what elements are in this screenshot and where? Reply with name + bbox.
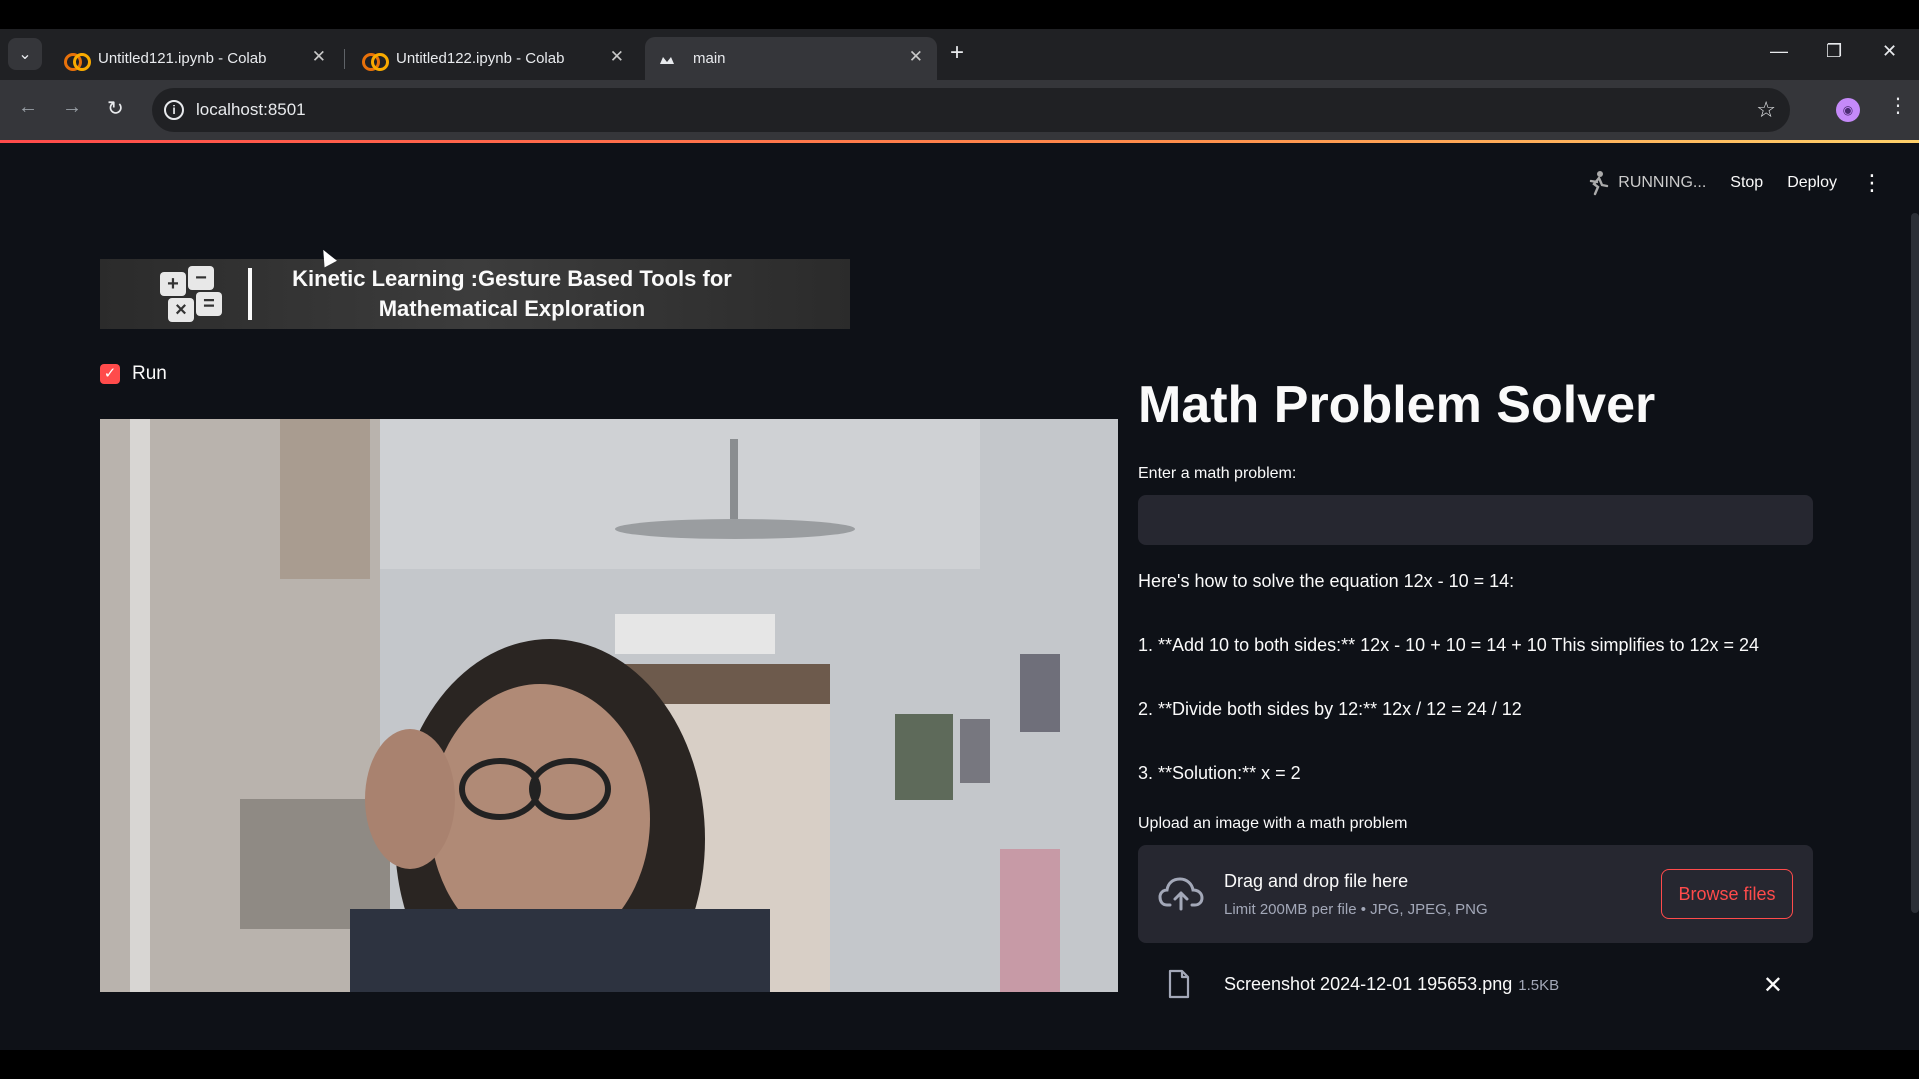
tab-title: Untitled121.ipynb - Colab	[98, 50, 267, 67]
file-size: 1.5KB	[1518, 977, 1560, 994]
banner-title-line1: Kinetic Learning :Gesture Based Tools fo…	[292, 266, 732, 291]
screen: { "browser": { "tabs": [ {"label": "Unti…	[0, 0, 1919, 1079]
upload-label: Upload an image with a math problem	[1138, 815, 1408, 832]
banner-divider	[248, 268, 252, 320]
page-title: Math Problem Solver	[1138, 376, 1656, 434]
run-checkbox-label[interactable]: Run	[132, 363, 167, 385]
address-bar[interactable]: i localhost:8501 ☆	[152, 88, 1790, 132]
uploaded-file-row: Screenshot 2024-12-01 195653.png 1.5KB ✕	[1138, 963, 1813, 1007]
colab-icon	[64, 52, 91, 71]
running-status: RUNNING...	[1618, 174, 1707, 191]
minimize-button[interactable]: —	[1770, 41, 1788, 62]
close-icon[interactable]: ✕	[312, 47, 326, 67]
running-person-icon	[1584, 170, 1610, 196]
banner-image: + − × = Kinetic Learning :Gesture Based …	[100, 259, 850, 329]
streamlit-icon	[659, 53, 675, 65]
cloud-upload-icon	[1158, 873, 1204, 913]
close-icon[interactable]: ✕	[909, 47, 923, 67]
forward-button[interactable]: →	[62, 96, 82, 119]
restore-button[interactable]: ❐	[1826, 41, 1842, 62]
banner-title-line2: Mathematical Exploration	[378, 296, 646, 321]
close-icon[interactable]: ✕	[610, 47, 624, 67]
answer-line: 3. **Solution:** x = 2	[1138, 763, 1301, 783]
chevron-down-icon: ⌄	[18, 46, 32, 63]
profile-avatar[interactable]: ◉	[1836, 98, 1860, 122]
browser-menu-icon[interactable]: ⋮	[1888, 96, 1908, 116]
back-button[interactable]: ←	[18, 96, 38, 119]
dropzone-title: Drag and drop file here	[1224, 871, 1409, 891]
reload-button[interactable]: ↻	[107, 96, 124, 121]
browse-files-button[interactable]: Browse files	[1661, 869, 1793, 919]
run-checkbox-row[interactable]: ✓ Run	[100, 363, 167, 385]
new-tab-button[interactable]: +	[950, 41, 964, 65]
tab-separator	[344, 49, 345, 69]
answer-line: 1. **Add 10 to both sides:** 12x - 10 + …	[1138, 635, 1760, 655]
file-dropzone[interactable]: Drag and drop file here Limit 200MB per …	[1138, 845, 1813, 943]
math-input-label: Enter a math problem:	[1138, 465, 1297, 482]
plus-icon: +	[950, 39, 965, 66]
tab-strip: ⌄ Untitled121.ipynb - Colab ✕ Untitled12…	[0, 29, 1919, 80]
stop-button[interactable]: Stop	[1730, 174, 1763, 192]
tab-search-button[interactable]: ⌄	[8, 38, 42, 70]
file-name-text: Screenshot 2024-12-01 195653.png	[1224, 974, 1513, 994]
taskbar-area	[0, 1050, 1919, 1079]
app-menu-icon[interactable]: ⋮	[1861, 170, 1883, 196]
tab-title: Untitled122.ipynb - Colab	[396, 50, 565, 67]
answer-line: Here's how to solve the equation 12x - 1…	[1138, 571, 1515, 591]
tab-main[interactable]: main ✕	[645, 37, 937, 80]
checkmark-icon[interactable]: ✓	[100, 364, 120, 384]
answer-line: 2. **Divide both sides by 12:** 12x / 12…	[1138, 699, 1522, 719]
close-window-button[interactable]: ✕	[1882, 41, 1897, 62]
info-icon[interactable]: i	[164, 100, 184, 120]
remove-file-icon[interactable]: ✕	[1763, 971, 1783, 1000]
calculator-logo-icon: + − × =	[160, 266, 224, 322]
streamlit-app: RUNNING... Stop Deploy ⋮ + − × = Kinetic…	[0, 143, 1919, 1050]
tab-untitled121[interactable]: Untitled121.ipynb - Colab ✕	[50, 37, 340, 80]
file-icon	[1168, 969, 1190, 999]
webcam-feed	[100, 419, 1118, 992]
tab-untitled122[interactable]: Untitled122.ipynb - Colab ✕	[348, 37, 638, 80]
bookmark-star-icon[interactable]: ☆	[1756, 97, 1776, 123]
url-text[interactable]: localhost:8501	[196, 100, 306, 120]
scrollbar[interactable]	[1911, 213, 1919, 913]
deploy-button[interactable]: Deploy	[1787, 174, 1837, 192]
app-header: RUNNING... Stop Deploy ⋮	[1584, 170, 1883, 196]
colab-icon	[362, 52, 389, 71]
tab-title: main	[693, 50, 726, 67]
banner-title: Kinetic Learning :Gesture Based Tools fo…	[292, 264, 732, 324]
math-problem-input[interactable]	[1138, 495, 1813, 545]
uploaded-file-name: Screenshot 2024-12-01 195653.png 1.5KB	[1224, 974, 1559, 995]
dropzone-limit: Limit 200MB per file • JPG, JPEG, PNG	[1224, 901, 1488, 918]
browser-toolbar: ← → ↻ i localhost:8501 ☆ ◉ ⋮	[0, 80, 1919, 140]
